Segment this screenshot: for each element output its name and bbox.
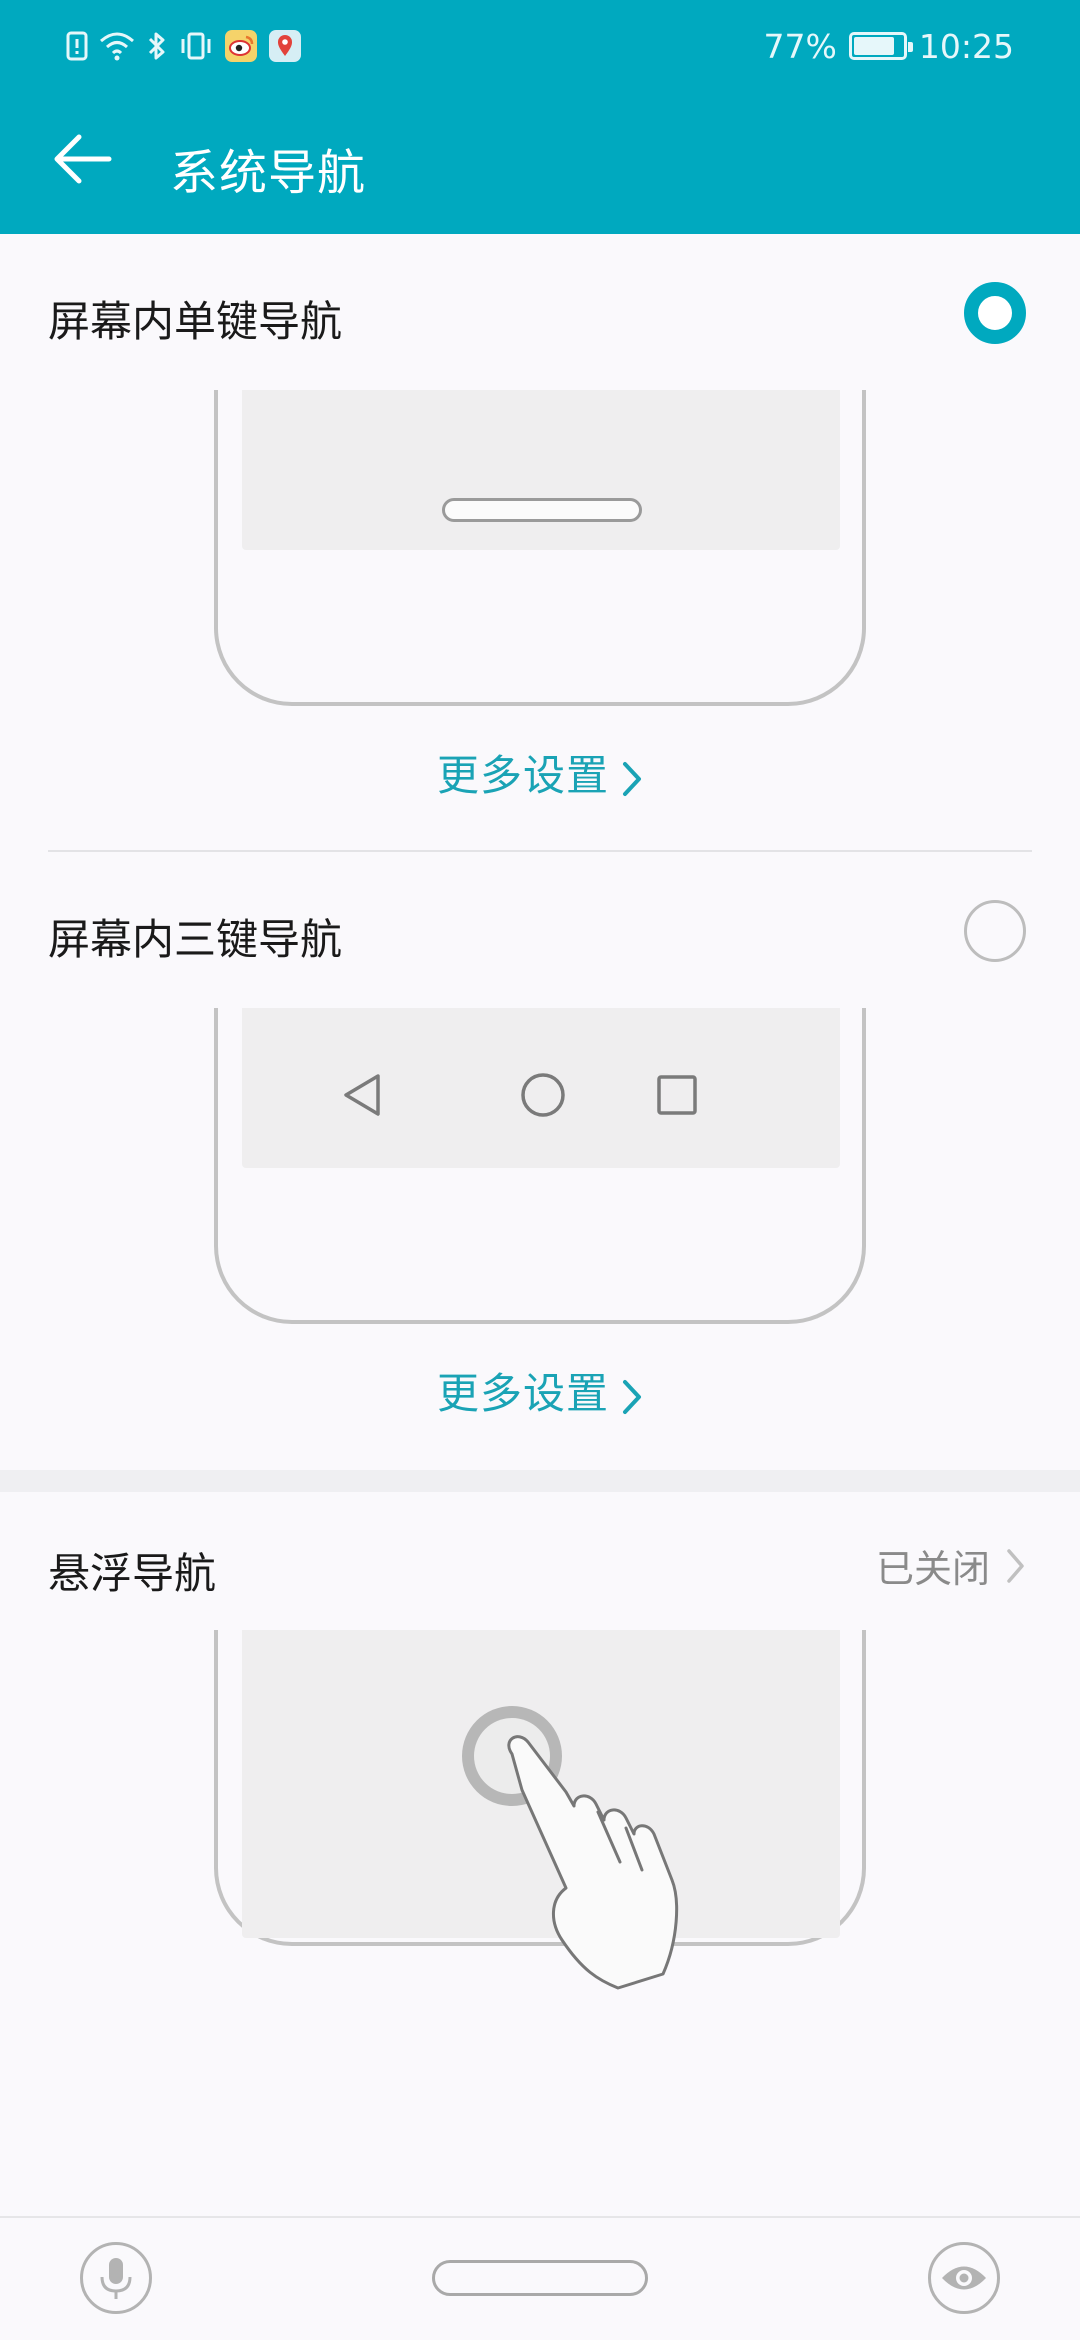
weibo-app-icon — [225, 30, 257, 62]
chevron-right-icon — [1007, 1548, 1024, 1583]
back-arrow-icon — [54, 134, 112, 184]
option-floating-title[interactable]: 悬浮导航 — [48, 1540, 216, 1601]
gesture-pill-icon — [442, 498, 642, 522]
voice-button[interactable] — [80, 2242, 152, 2314]
mic-icon — [100, 2258, 132, 2299]
section-separator — [0, 1470, 1080, 1492]
floating-nav-status[interactable]: 已关闭 — [876, 1538, 1026, 1593]
sim-alert-icon — [66, 31, 88, 61]
option-three-key-title[interactable]: 屏幕内三键导航 — [48, 906, 342, 967]
phone-screen — [242, 1008, 840, 1168]
eye-comfort-button[interactable] — [928, 2242, 1000, 2314]
more-settings-label: 更多设置 — [436, 1369, 609, 1418]
three-key-more-settings[interactable]: 更多设置 — [0, 1360, 1080, 1421]
back-triangle-icon — [344, 1074, 380, 1116]
home-gesture-pill[interactable] — [432, 2260, 648, 2296]
phone-screen — [242, 390, 840, 550]
app-header: 77% 10:25 系统导航 — [0, 0, 1080, 234]
map-app-icon — [269, 30, 301, 62]
status-right: 77% 10:25 — [764, 24, 1014, 68]
more-settings-label: 更多设置 — [436, 751, 609, 800]
bottom-bar — [0, 2216, 1080, 2340]
three-key-illustration — [214, 1008, 866, 1324]
clock: 10:25 — [918, 26, 1014, 66]
status-bar: 77% 10:25 — [0, 24, 1080, 68]
page-title: 系统导航 — [170, 145, 367, 201]
option-single-key-radio[interactable] — [964, 282, 1026, 344]
floating-nav-illustration — [214, 1630, 866, 1990]
status-icons — [66, 24, 302, 68]
home-circle-icon — [521, 1073, 565, 1117]
battery-percent: 77% — [763, 26, 837, 66]
wifi-icon — [100, 32, 134, 61]
option-three-key-radio[interactable] — [964, 900, 1026, 962]
single-key-more-settings[interactable]: 更多设置 — [0, 742, 1080, 803]
eye-icon — [942, 2266, 986, 2290]
option-single-key-title[interactable]: 屏幕内单键导航 — [48, 288, 342, 349]
floating-dock-hand-icon — [462, 1706, 679, 1990]
recents-square-icon — [657, 1075, 697, 1115]
divider — [48, 850, 1032, 852]
chevron-right-icon — [623, 1379, 641, 1414]
chevron-right-icon — [623, 761, 641, 796]
vibrate-icon — [181, 32, 211, 60]
bluetooth-icon — [148, 32, 165, 60]
battery-icon — [848, 32, 913, 60]
floating-status-label: 已关闭 — [875, 1547, 990, 1591]
back-button[interactable] — [48, 124, 118, 194]
single-key-illustration — [214, 390, 866, 706]
